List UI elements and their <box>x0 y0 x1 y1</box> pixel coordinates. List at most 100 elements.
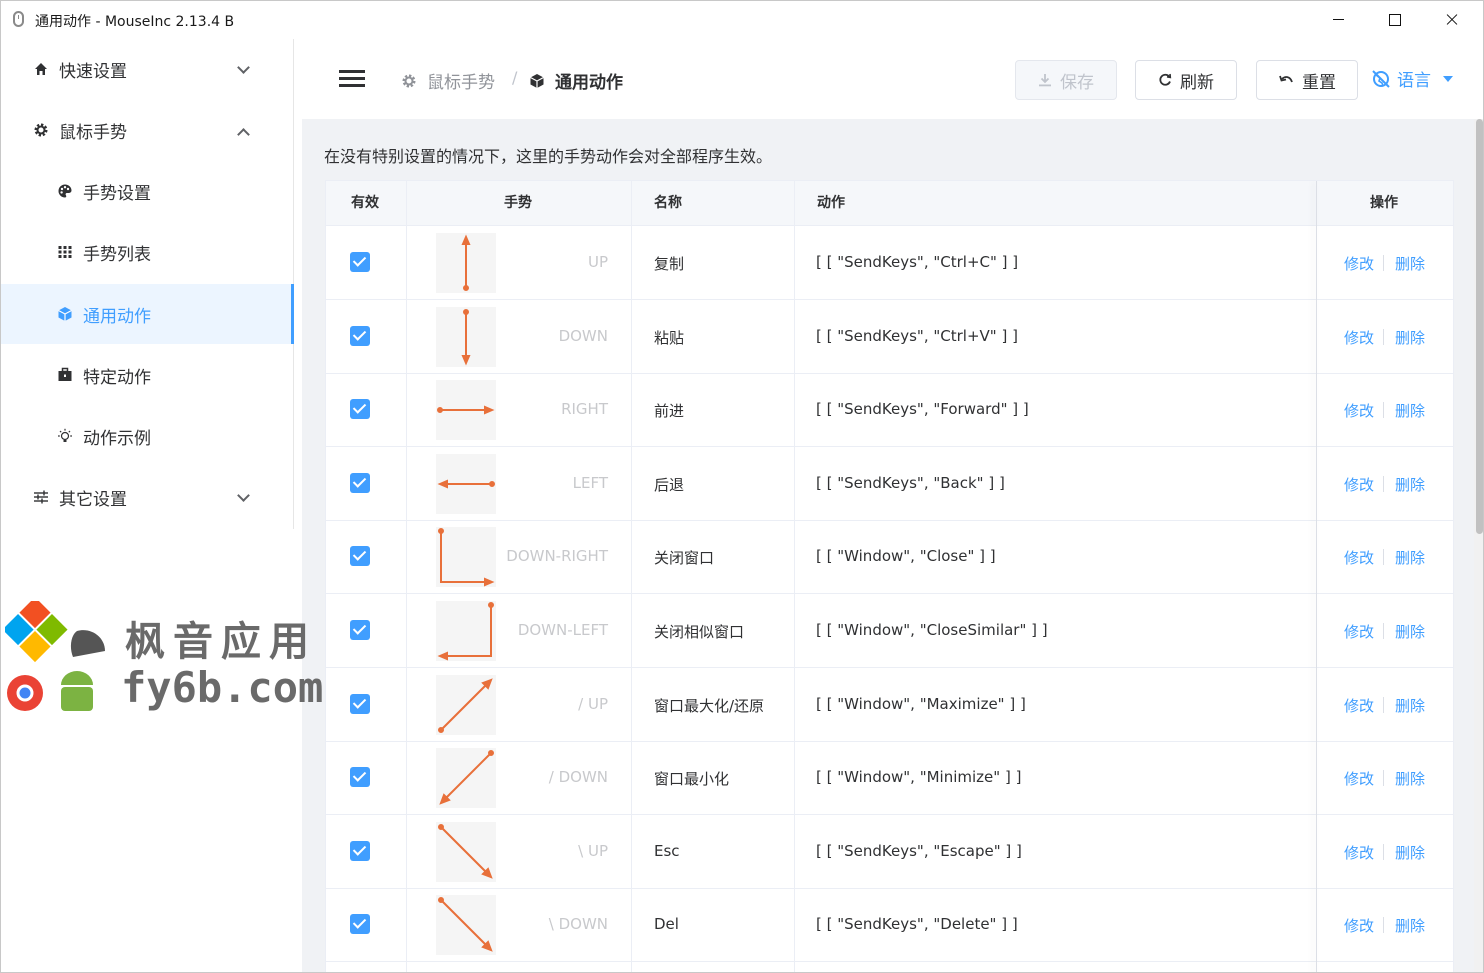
edit-link[interactable]: 修改 <box>1344 842 1374 863</box>
chevron-up-icon <box>237 128 250 141</box>
table-row: \ UP Esc [ [ "SendKeys", "Escape" ] ] 修改 删除 <box>326 816 1453 889</box>
table-row: / DOWN 窗口最小化 [ [ "Window", "Minimize" ] ] 修… <box>326 742 1453 816</box>
gesture-label: / DOWN <box>548 768 608 787</box>
edit-link[interactable]: 修改 <box>1344 474 1374 495</box>
scrollbar-thumb[interactable] <box>1476 119 1483 534</box>
edit-link[interactable]: 修改 <box>1344 915 1374 936</box>
minimize-button[interactable] <box>1311 1 1367 39</box>
enabled-checkbox[interactable] <box>350 620 370 640</box>
delete-link[interactable]: 删除 <box>1395 621 1425 642</box>
delete-link[interactable]: 删除 <box>1395 842 1425 863</box>
gear-icon <box>34 123 48 137</box>
vertical-scrollbar[interactable] <box>1474 119 1483 972</box>
enabled-checkbox[interactable] <box>350 472 370 493</box>
table-row: RIGHT 前进 [ [ "SendKeys", "Forward" ] ] 修改 删除 <box>326 374 1453 448</box>
enabled-checkbox[interactable] <box>350 252 370 272</box>
enabled-checkbox[interactable] <box>350 546 370 567</box>
gesture-label: RIGHT <box>561 400 608 419</box>
sidebar-item-quick-settings[interactable]: 快速设置 <box>1 39 293 99</box>
refresh-button[interactable]: 刷新 <box>1135 60 1237 100</box>
sidebar-item-gesture-settings[interactable]: 手势设置 <box>1 161 293 221</box>
delete-link[interactable]: 删除 <box>1395 474 1425 495</box>
edit-link[interactable]: 修改 <box>1344 253 1374 274</box>
sidebar-item-action-examples[interactable]: 动作示例 <box>1 406 293 466</box>
table-row: DOWN-LEFT 关闭相似窗口 [ [ "Window", "CloseSimil… <box>326 595 1453 668</box>
grid-icon <box>58 246 72 258</box>
enabled-checkbox[interactable] <box>350 693 370 714</box>
action-name: 粘贴 <box>654 328 685 347</box>
table-row: LEFT 后退 [ [ "SendKeys", "Back" ] ] 修改 删除 <box>326 448 1453 521</box>
sidebar-item-mouse-gesture[interactable]: 鼠标手势 <box>1 100 293 160</box>
enabled-checkbox[interactable] <box>350 325 370 346</box>
page-title: 通用动作 <box>555 73 623 93</box>
gesture-label: DOWN-LEFT <box>517 621 608 639</box>
notice-text: 在没有特别设置的情况下，这里的手势动作会对全部程序生效。 <box>324 147 773 166</box>
link-divider <box>1383 770 1384 787</box>
link-divider <box>1383 623 1384 639</box>
action-name: Esc <box>654 841 680 860</box>
edit-link[interactable]: 修改 <box>1344 400 1374 421</box>
sidebar-item-label: 其它设置 <box>59 489 127 510</box>
delete-link[interactable]: 删除 <box>1395 400 1425 421</box>
bulb-icon <box>58 428 72 442</box>
delete-link[interactable]: 删除 <box>1395 253 1425 274</box>
action-name: 后退 <box>654 475 685 494</box>
delete-link[interactable]: 删除 <box>1395 915 1425 936</box>
table-header: 有效 手势 名称 动作 操作 <box>326 181 1453 226</box>
enabled-checkbox[interactable] <box>350 399 370 420</box>
enabled-checkbox[interactable] <box>350 914 370 935</box>
action-command: [ [ "SendKeys", "Forward" ] ] <box>816 400 1029 419</box>
action-name: 窗口最小化 <box>654 770 730 789</box>
column-header-operations: 操作 <box>1370 195 1398 211</box>
actions-table: 有效 手势 名称 动作 操作 UP 复制 [ [ "SendKeys", "Ctrl… <box>325 180 1454 972</box>
column-header-enabled: 有效 <box>351 195 379 211</box>
edit-link[interactable]: 修改 <box>1344 547 1374 568</box>
sliders-icon <box>34 490 48 504</box>
edit-link[interactable]: 修改 <box>1344 621 1374 642</box>
table-row: UP 复制 [ [ "SendKeys", "Ctrl+C" ] ] 修改 删除 <box>326 227 1453 300</box>
edit-link[interactable]: 修改 <box>1344 327 1374 348</box>
breadcrumb-label: 鼠标手势 <box>427 73 495 93</box>
action-command: [ [ "SendKeys", "Ctrl+C" ] ] <box>816 253 1019 271</box>
delete-link[interactable]: 删除 <box>1395 547 1425 568</box>
column-header-gesture: 手势 <box>504 195 532 211</box>
home-icon <box>35 63 47 75</box>
action-command: [ [ "Window", "CloseSimilar" ] ] <box>816 621 1048 639</box>
close-button[interactable] <box>1423 1 1479 39</box>
delete-link[interactable]: 删除 <box>1395 695 1425 716</box>
title-bar: 通用动作 - MouseInc 2.13.4 B <box>1 1 1483 39</box>
action-command: [ [ "SendKeys", "Delete" ] ] <box>816 915 1018 934</box>
edit-link[interactable]: 修改 <box>1344 695 1374 716</box>
reset-button[interactable]: 重置 <box>1256 60 1358 100</box>
hamburger-menu-icon[interactable] <box>339 70 365 88</box>
action-command: [ [ "SendKeys", "Back" ] ] <box>816 473 1005 492</box>
table-row: \ DOWN Del [ [ "SendKeys", "Delete" ] ] 修改删… <box>326 889 1453 963</box>
palette-icon <box>58 184 72 198</box>
maximize-button[interactable] <box>1367 1 1423 39</box>
language-dropdown[interactable]: 语言 <box>1371 66 1453 91</box>
delete-link[interactable]: 删除 <box>1395 768 1425 789</box>
watermark-text-2: fy6b.com <box>121 663 324 712</box>
sidebar-item-other-settings[interactable]: 其它设置 <box>1 467 293 527</box>
table-row: DOWN 粘贴 [ [ "SendKeys", "Ctrl+V" ] ] 修改 删除 <box>326 301 1453 374</box>
action-name: 复制 <box>654 255 685 273</box>
gear-icon <box>402 74 416 87</box>
refresh-icon <box>1159 73 1172 86</box>
window-title: 通用动作 - MouseInc 2.13.4 B <box>35 14 235 30</box>
action-command: [ [ "SendKeys", "Ctrl+V" ] ] <box>816 326 1018 345</box>
gesture-label: UP <box>587 253 608 271</box>
edit-link[interactable]: 修改 <box>1344 768 1374 789</box>
enabled-checkbox[interactable] <box>350 840 370 861</box>
enabled-checkbox[interactable] <box>350 767 370 788</box>
sidebar-item-label: 通用动作 <box>83 306 151 327</box>
breadcrumb-item-mouse-gesture[interactable]: 鼠标手势 <box>401 68 495 93</box>
delete-link[interactable]: 删除 <box>1395 327 1425 348</box>
save-button[interactable]: 保存 <box>1015 60 1117 100</box>
table-row: DOWN-RIGHT 关闭窗口 [ [ "Window", "Close" ] ] 修… <box>326 521 1453 595</box>
sidebar-item-general-actions[interactable]: 通用动作 <box>1 284 294 344</box>
sidebar-item-gesture-list[interactable]: 手势列表 <box>1 222 293 282</box>
undo-icon <box>1279 75 1293 83</box>
caret-down-icon <box>1443 75 1453 82</box>
sidebar-item-specific-actions[interactable]: 特定动作 <box>1 345 293 405</box>
table-row: / UP 窗口最大化/还原 [ [ "Window", "Maximize" ] ]… <box>326 669 1453 742</box>
